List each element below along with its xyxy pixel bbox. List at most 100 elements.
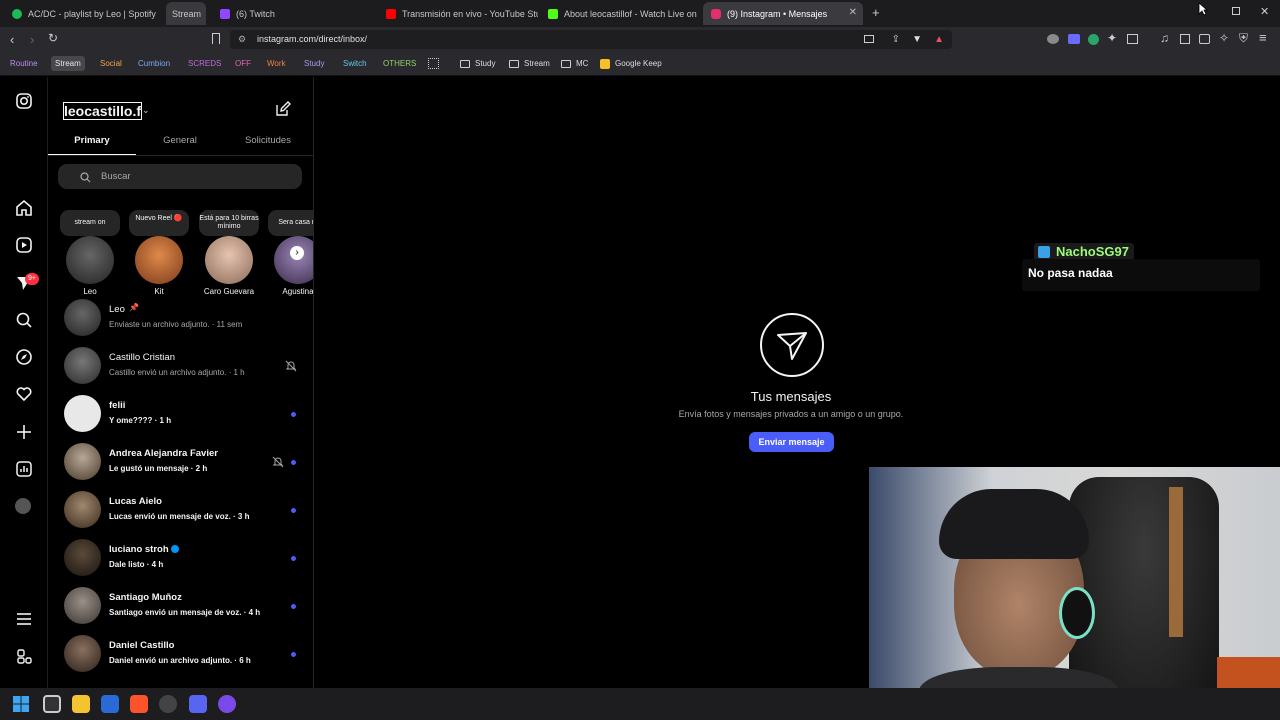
unread-dot xyxy=(291,556,296,561)
reels-icon[interactable] xyxy=(15,236,33,254)
share-icon[interactable]: ⇪ xyxy=(892,30,900,49)
extensions-icon[interactable]: ✦ xyxy=(1107,31,1117,45)
menu-icon[interactable]: ≡ xyxy=(1259,30,1267,45)
reload-button[interactable]: ↻ xyxy=(48,31,58,45)
vpn-shield-icon[interactable]: ⛨ xyxy=(1239,31,1248,46)
conversation-item[interactable]: Santiago Muñoz Santiago envió un mensaje… xyxy=(48,584,313,632)
tab-general[interactable]: General xyxy=(136,135,224,155)
tab-stream[interactable]: Stream xyxy=(166,2,206,25)
folder-icon xyxy=(460,59,470,68)
brave-shield-icon[interactable]: ▼ xyxy=(912,30,922,49)
discord-icon[interactable] xyxy=(189,695,207,713)
conversation-item[interactable]: Castillo Cristian Castillo envió un arch… xyxy=(48,344,313,392)
folder-icon xyxy=(561,59,571,68)
more-menu-icon[interactable] xyxy=(15,610,33,628)
bookmark-switch[interactable]: Switch xyxy=(339,56,371,71)
wallet-icon[interactable] xyxy=(1199,34,1210,44)
bookmark-google-keep[interactable]: Google Keep xyxy=(600,56,662,71)
store-icon[interactable] xyxy=(101,695,119,713)
music-icon[interactable]: ♫ xyxy=(1160,31,1169,45)
dashboard-icon[interactable] xyxy=(15,460,33,478)
bookmark-cumbion[interactable]: Cumbion xyxy=(134,56,174,71)
back-button[interactable]: ‹ xyxy=(10,32,14,47)
tab-kick[interactable]: About leocastillof - Watch Live on Kic xyxy=(540,2,698,25)
extension-vpn-icon[interactable] xyxy=(1068,34,1080,44)
instagram-logo-icon[interactable] xyxy=(15,92,33,110)
site-info-icon[interactable]: ⚙ xyxy=(238,30,246,49)
tab-instagram[interactable]: (9) Instagram • Mensajes ✕ xyxy=(703,2,863,25)
bookmark-off[interactable]: OFF xyxy=(231,56,255,71)
conversation-item[interactable]: Andrea Alejandra Favier Le gustó un mens… xyxy=(48,440,313,488)
conversation-item[interactable]: Leo 📌 Enviaste un archivo adjunto. · 11 … xyxy=(48,296,313,344)
bookmark-others[interactable]: OTHERS xyxy=(379,56,420,71)
bookmark-work[interactable]: Work xyxy=(263,56,290,71)
note-avatar xyxy=(205,236,253,284)
search-input[interactable]: Buscar xyxy=(58,164,302,189)
tab-twitch[interactable]: (6) Twitch xyxy=(212,2,377,25)
search-placeholder: Buscar xyxy=(101,171,131,182)
new-tab-button[interactable]: + xyxy=(872,5,880,20)
new-message-icon[interactable] xyxy=(275,101,291,122)
note-item[interactable]: Nuevo Reel 🔴 Kit xyxy=(129,210,189,296)
sidebar-toggle-icon[interactable] xyxy=(1180,34,1190,44)
brave-browser-icon[interactable] xyxy=(130,695,148,713)
folder-label: Stream xyxy=(524,59,550,68)
account-username[interactable]: leocastillo.f xyxy=(62,102,143,120)
conversation-item[interactable]: luciano stroh Dale listo · 4 h xyxy=(48,536,313,584)
conversation-preview: Le gustó un mensaje · 2 h xyxy=(109,464,208,473)
windows-start-icon[interactable] xyxy=(12,695,30,713)
send-message-button[interactable]: Enviar mensaje xyxy=(749,432,834,452)
forward-button[interactable]: › xyxy=(30,32,34,47)
note-item[interactable]: stream on Leo xyxy=(60,210,120,296)
cast-icon[interactable] xyxy=(864,35,874,43)
brave-rewards-icon[interactable]: ▲ xyxy=(934,30,944,49)
bookmark-folder-mc[interactable]: MC xyxy=(561,56,588,71)
close-tab-icon[interactable]: ✕ xyxy=(849,7,857,18)
conversation-preview: Lucas envió un mensaje de voz. · 3 h xyxy=(109,512,250,521)
also-from-meta-icon[interactable] xyxy=(15,647,33,665)
bookmark-study[interactable]: Study xyxy=(300,56,328,71)
search-icon[interactable] xyxy=(15,311,33,329)
home-icon[interactable] xyxy=(15,199,33,217)
conversation-name: luciano stroh xyxy=(109,544,180,555)
notifications-heart-icon[interactable] xyxy=(15,385,33,403)
extension-game-icon[interactable] xyxy=(1047,34,1059,44)
bookmark-stream[interactable]: Stream xyxy=(51,56,85,71)
note-bubble: Nuevo Reel 🔴 xyxy=(129,210,189,236)
conversation-item[interactable]: Daniel Castillo Daniel envió un archivo … xyxy=(48,632,313,680)
tab-primary[interactable]: Primary xyxy=(48,135,136,155)
tab-requests[interactable]: Solicitudes xyxy=(224,135,312,155)
close-window-button[interactable]: ✕ xyxy=(1260,5,1269,18)
obs-icon[interactable] xyxy=(159,695,177,713)
bookmark-icon[interactable] xyxy=(212,33,220,44)
streamlabs-icon[interactable] xyxy=(218,695,236,713)
conversation-name: Andrea Alejandra Favier xyxy=(109,448,218,459)
unread-dot xyxy=(291,412,296,417)
create-post-icon[interactable] xyxy=(15,423,33,441)
bookmark-folder-study[interactable]: Study xyxy=(460,56,495,71)
file-explorer-icon[interactable] xyxy=(72,695,90,713)
note-bubble: Sera casa m xyxy=(268,210,313,236)
bookmark-folder-stream[interactable]: Stream xyxy=(509,56,550,71)
apps-grid-icon[interactable] xyxy=(428,58,439,69)
explore-icon[interactable] xyxy=(15,348,33,366)
conversation-item[interactable]: felii Y ome???? · 1 h xyxy=(48,392,313,440)
restore-window-button[interactable] xyxy=(1232,7,1240,15)
chevron-right-icon[interactable]: › xyxy=(290,246,304,260)
screenshot-icon[interactable] xyxy=(1127,34,1138,44)
leo-ai-icon[interactable]: ✧ xyxy=(1219,31,1229,45)
conversation-item[interactable]: Lucas Aielo Lucas envió un mensaje de vo… xyxy=(48,488,313,536)
bookmark-social[interactable]: Social xyxy=(96,56,126,71)
bookmark-screds[interactable]: SCREDS xyxy=(184,56,225,71)
conversation-preview: Y ome???? · 1 h xyxy=(109,416,172,425)
note-item[interactable]: Está para 10 birras mínimo Caro Guevara xyxy=(199,210,259,296)
chat-message-text: No pasa nadaa xyxy=(1028,266,1113,280)
bookmark-routine[interactable]: Routine xyxy=(6,56,42,71)
extension-grammar-icon[interactable] xyxy=(1088,34,1099,45)
tab-youtube-studio[interactable]: Transmisión en vivo - YouTube Studio xyxy=(378,2,538,25)
chevron-down-icon[interactable]: ⌄ xyxy=(142,105,150,116)
task-view-icon[interactable] xyxy=(43,695,61,713)
url-field[interactable]: ⚙ instagram.com/direct/inbox/ ⇪ ▼ ▲ xyxy=(230,30,952,49)
profile-avatar[interactable] xyxy=(15,498,31,514)
tab-spotify[interactable]: AC/DC - playlist by Leo | Spotify xyxy=(4,2,162,25)
